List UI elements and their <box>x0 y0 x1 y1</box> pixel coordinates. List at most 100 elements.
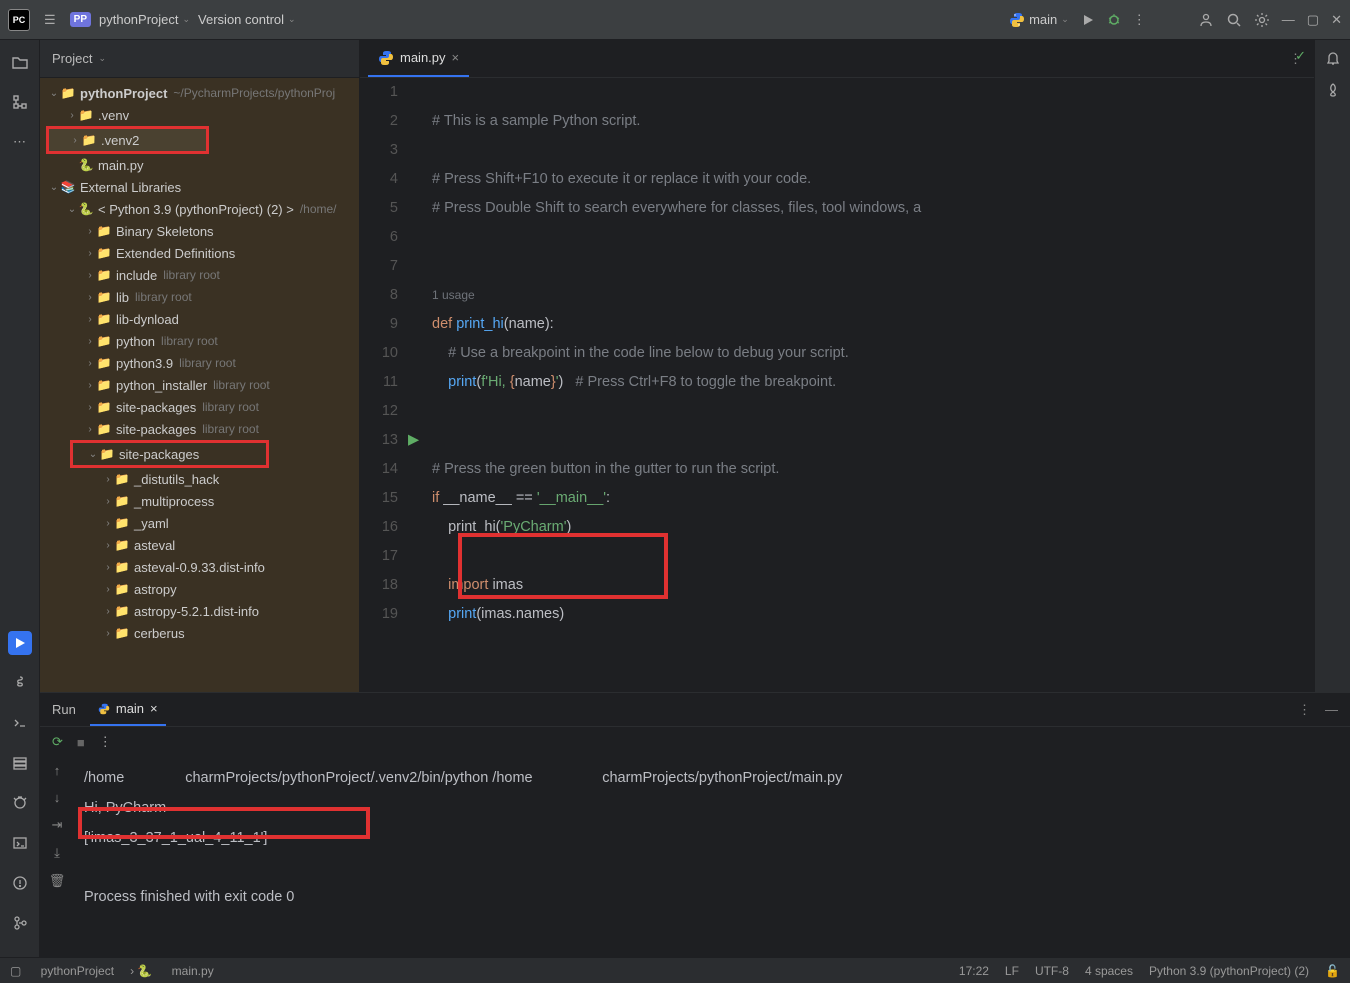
code-line: # Use a breakpoint in the code line belo… <box>432 345 849 361</box>
ai-assistant-icon[interactable] <box>1325 82 1341 98</box>
editor-tab-main[interactable]: main.py × <box>368 40 469 77</box>
python-packages-icon[interactable] <box>8 671 32 695</box>
tree-folder[interactable]: ›📁_multiprocess <box>40 490 359 512</box>
project-tool-icon[interactable] <box>8 50 32 74</box>
run-tool-icon[interactable] <box>8 631 32 655</box>
minimize-icon[interactable]: — <box>1282 12 1295 27</box>
tree-external-libs[interactable]: ⌄📚External Libraries <box>40 176 359 198</box>
project-panel-header[interactable]: Project ⌄ <box>40 40 359 78</box>
clear-icon[interactable]: 🗑 <box>49 873 66 889</box>
main-menu-icon[interactable]: ☰ <box>44 12 56 28</box>
tree-folder-site-packages[interactable]: ⌄📁site-packages <box>73 443 266 465</box>
project-dropdown[interactable]: pythonProject⌄ <box>99 12 190 27</box>
run-toolbar-more-icon[interactable]: ⋮ <box>99 734 112 750</box>
code-token: # Press Ctrl+F8 to toggle the breakpoint… <box>575 374 836 390</box>
readonly-lock-icon[interactable]: 🔓 <box>1325 964 1340 978</box>
tree-label: python_installer <box>116 378 207 393</box>
code-token: (name): <box>504 316 554 332</box>
tree-folder[interactable]: ›📁_yaml <box>40 512 359 534</box>
python-icon <box>378 50 394 66</box>
tree-path: /home/ <box>300 202 337 216</box>
close-window-icon[interactable]: ✕ <box>1331 12 1342 28</box>
tree-root[interactable]: ⌄📁pythonProject~/PycharmProjects/pythonP… <box>40 82 359 104</box>
services-icon[interactable] <box>8 751 32 775</box>
code-with-me-icon[interactable] <box>1198 12 1214 28</box>
tree-folder-venv[interactable]: ›📁.venv <box>40 104 359 126</box>
tree-folder[interactable]: ›📁python_installerlibrary root <box>40 374 359 396</box>
status-encoding[interactable]: UTF-8 <box>1035 964 1069 978</box>
code-token <box>432 577 448 593</box>
terminal-icon[interactable] <box>8 831 32 855</box>
close-tab-icon[interactable]: × <box>452 50 460 65</box>
tree-folder[interactable]: ›📁lib-dynload <box>40 308 359 330</box>
rerun-icon[interactable]: ⟳ <box>52 734 63 750</box>
highlight-box <box>78 807 370 839</box>
tree-folder[interactable]: ›📁liblibrary root <box>40 286 359 308</box>
tree-folder[interactable]: ›📁cerberus <box>40 622 359 644</box>
run-tab-main[interactable]: main × <box>90 693 166 726</box>
more-actions-icon[interactable]: ⋮ <box>1133 12 1146 28</box>
left-tool-strip: ⋯ <box>0 40 40 957</box>
tree-folder[interactable]: ›📁_distutils_hack <box>40 468 359 490</box>
run-output[interactable]: /home charmProjects/pythonProject/.venv2… <box>74 757 1350 957</box>
close-tab-icon[interactable]: × <box>150 701 158 716</box>
notifications-icon[interactable] <box>1325 50 1341 66</box>
problems-icon[interactable] <box>8 871 32 895</box>
status-line-sep[interactable]: LF <box>1005 964 1019 978</box>
right-tool-strip <box>1314 40 1350 692</box>
tree-python-sdk[interactable]: ⌄🐍< Python 3.9 (pythonProject) (2) >/hom… <box>40 198 359 220</box>
tree-folder-venv2[interactable]: ›📁.venv2 <box>49 129 206 151</box>
project-tree[interactable]: ⌄📁pythonProject~/PycharmProjects/pythonP… <box>40 78 359 692</box>
code-token: name <box>515 374 551 390</box>
inspection-ok-icon[interactable]: ✓ <box>1295 48 1306 64</box>
output-line: charmProjects/pythonProject/.venv2/bin/p… <box>185 770 532 786</box>
tree-folder[interactable]: ›📁astropy <box>40 578 359 600</box>
tree-folder[interactable]: ›📁includelibrary root <box>40 264 359 286</box>
status-bar: ▢ pythonProject › 🐍 main.py 17:22 LF UTF… <box>0 957 1350 983</box>
code-line: # Press the green button in the gutter t… <box>432 461 779 477</box>
code-area[interactable]: # This is a sample Python script. # Pres… <box>428 78 1314 692</box>
tree-folder[interactable]: ›📁asteval-0.9.33.dist-info <box>40 556 359 578</box>
breadcrumb[interactable]: pythonProject <box>41 964 114 978</box>
tree-folder[interactable]: ›📁site-packageslibrary root <box>40 418 359 440</box>
tree-label: asteval-0.9.33.dist-info <box>134 560 265 575</box>
run-gutter-icon[interactable]: ▶ <box>408 426 428 455</box>
tree-folder[interactable]: ›📁Binary Skeletons <box>40 220 359 242</box>
editor-body[interactable]: 12345678910111213141516171819 ▶ # This i… <box>360 78 1314 692</box>
status-indent[interactable]: 4 spaces <box>1085 964 1133 978</box>
run-more-icon[interactable]: ⋮ <box>1298 702 1311 718</box>
down-stack-icon[interactable]: ↓ <box>54 790 61 805</box>
tree-folder[interactable]: ›📁asteval <box>40 534 359 556</box>
vcs-tool-icon[interactable] <box>8 911 32 935</box>
tree-file-main[interactable]: 🐍main.py <box>40 154 359 176</box>
vcs-dropdown[interactable]: Version control⌄ <box>198 12 296 27</box>
project-badge: PP <box>70 12 91 27</box>
run-config-selector[interactable]: main⌄ <box>1009 12 1069 28</box>
tree-folder[interactable]: ›📁pythonlibrary root <box>40 330 359 352</box>
debug-tool-icon[interactable] <box>8 791 32 815</box>
maximize-icon[interactable]: ▢ <box>1307 12 1319 28</box>
tree-folder[interactable]: ›📁Extended Definitions <box>40 242 359 264</box>
search-icon[interactable] <box>1226 12 1242 28</box>
breadcrumb[interactable]: main.py <box>172 964 214 978</box>
hide-panel-icon[interactable]: — <box>1325 702 1338 717</box>
stop-icon[interactable]: ■ <box>77 735 85 750</box>
run-button[interactable] <box>1081 13 1095 27</box>
tree-folder[interactable]: ›📁site-packageslibrary root <box>40 396 359 418</box>
tree-label: cerberus <box>134 626 185 641</box>
up-stack-icon[interactable]: ↑ <box>54 763 61 778</box>
title-bar: PC ☰ PP pythonProject⌄ Version control⌄ … <box>0 0 1350 40</box>
debug-button[interactable] <box>1107 13 1121 27</box>
settings-icon[interactable] <box>1254 12 1270 28</box>
python-console-icon[interactable] <box>8 711 32 735</box>
tree-folder[interactable]: ›📁python3.9library root <box>40 352 359 374</box>
soft-wrap-icon[interactable]: ⇥ <box>52 817 63 833</box>
usage-hint[interactable]: 1 usage <box>432 288 475 302</box>
status-interpreter[interactable]: Python 3.9 (pythonProject) (2) <box>1149 964 1309 978</box>
tree-folder[interactable]: ›📁astropy-5.2.1.dist-info <box>40 600 359 622</box>
more-tools-icon[interactable]: ⋯ <box>8 130 32 154</box>
structure-tool-icon[interactable] <box>8 90 32 114</box>
tree-path: ~/PycharmProjects/pythonProj <box>173 86 335 100</box>
scroll-end-icon[interactable]: ⤓ <box>54 845 60 861</box>
tree-label: .venv <box>98 108 129 123</box>
